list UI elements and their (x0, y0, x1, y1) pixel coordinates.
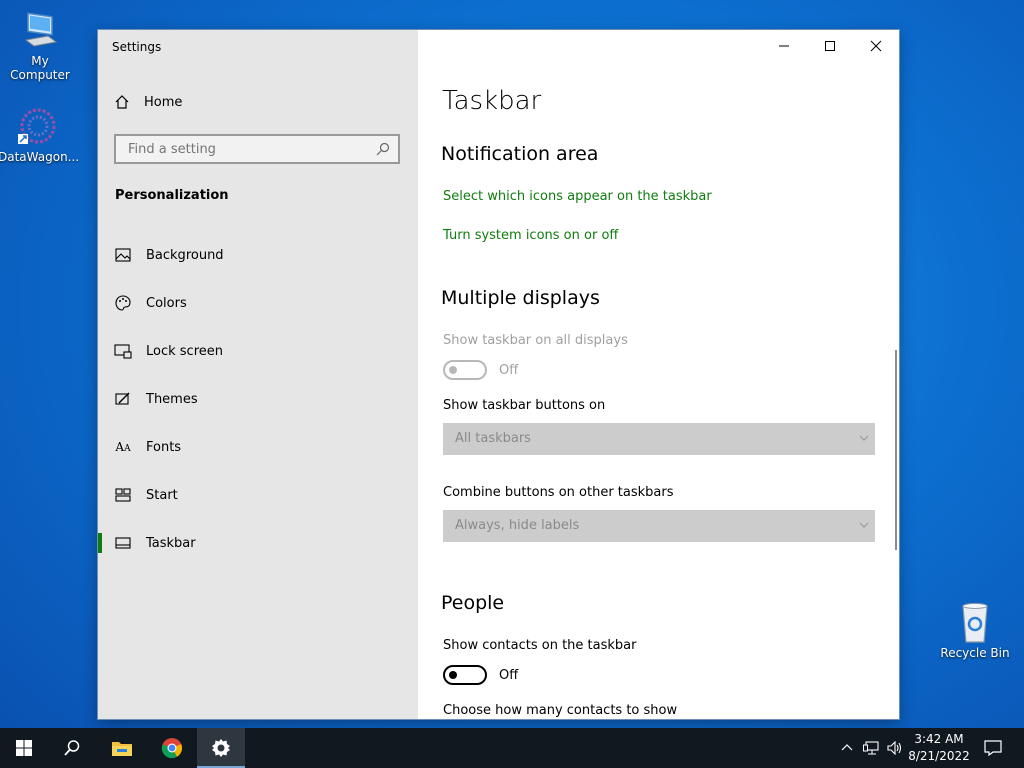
heading-multiple-displays: Multiple displays (441, 287, 600, 309)
start-icon (114, 486, 132, 504)
sidebar-item-taskbar[interactable]: Taskbar (98, 525, 418, 561)
chrome-icon (161, 738, 183, 759)
search-box[interactable] (114, 134, 400, 164)
sidebar-item-label: Start (146, 487, 178, 503)
notification-icon (984, 740, 1002, 756)
taskbar: 3:42 AM 8/21/2022 (0, 728, 1024, 768)
scrollbar[interactable] (895, 350, 897, 550)
page-title: Taskbar (442, 86, 542, 116)
combine-buttons-select[interactable]: Always, hide labels (443, 510, 875, 542)
action-center-button[interactable] (978, 728, 1008, 768)
toggle-knob (449, 671, 457, 679)
recycle-bin-icon (953, 600, 997, 644)
start-button[interactable] (0, 728, 48, 768)
settings-window: Settings Home Personalization Background (98, 30, 899, 719)
fonts-icon: AA (115, 440, 131, 454)
themes-icon (114, 390, 132, 408)
section-heading-personalization: Personalization (115, 188, 229, 203)
desktop-icon-label: My Computer (10, 54, 70, 82)
show-taskbar-all-displays-toggle[interactable] (443, 360, 487, 380)
settings-button[interactable] (197, 728, 245, 768)
show-taskbar-all-displays-label: Show taskbar on all displays (443, 333, 628, 348)
chrome-button[interactable] (148, 728, 196, 768)
windows-icon (16, 740, 32, 756)
sidebar: Settings Home Personalization Background (98, 30, 418, 719)
chevron-up-icon (841, 744, 853, 751)
toggle-state: Off (499, 668, 519, 683)
palette-icon (114, 294, 132, 312)
combine-buttons-label: Combine buttons on other taskbars (443, 485, 674, 500)
chevron-down-icon (859, 519, 869, 534)
sidebar-item-label: Colors (146, 295, 187, 311)
sidebar-item-label: Taskbar (146, 535, 196, 551)
sidebar-item-themes[interactable]: Themes (98, 381, 418, 417)
sidebar-item-home[interactable]: Home (114, 94, 182, 110)
sidebar-item-start[interactable]: Start (98, 477, 418, 513)
lock-screen-icon (114, 342, 132, 360)
heading-people: People (441, 592, 505, 614)
taskbar-buttons-on-select[interactable]: All taskbars (443, 423, 875, 455)
sidebar-item-fonts[interactable]: AA Fonts (98, 429, 418, 465)
toggle-state: Off (499, 363, 519, 378)
volume-button[interactable] (884, 728, 906, 768)
search-input[interactable] (126, 141, 370, 158)
desktop-icon-recycle-bin[interactable]: Recycle Bin (935, 600, 1015, 660)
contacts-count-label: Choose how many contacts to show (443, 703, 678, 718)
taskbar-icon (114, 534, 132, 552)
select-icons-link[interactable]: Select which icons appear on the taskbar (443, 189, 712, 204)
system-icons-link[interactable]: Turn system icons on or off (443, 228, 618, 243)
sidebar-item-colors[interactable]: Colors (98, 285, 418, 321)
content-pane: Taskbar Notification area Select which i… (418, 30, 899, 719)
picture-icon (114, 246, 132, 264)
desktop-icon-label: Recycle Bin (940, 646, 1010, 660)
heading-notification-area: Notification area (441, 143, 599, 165)
show-contacts-label: Show contacts on the taskbar (443, 638, 637, 653)
sidebar-item-label: Background (146, 247, 224, 263)
desktop-icon-datawagon[interactable]: DataWagon... (0, 104, 80, 164)
volume-icon (887, 741, 902, 755)
network-icon (863, 741, 879, 755)
toggle-knob (449, 366, 457, 374)
chevron-down-icon (859, 432, 869, 447)
select-value: All taskbars (455, 431, 531, 446)
home-label: Home (144, 94, 183, 110)
clock-date: 8/21/2022 (908, 749, 970, 763)
clock[interactable]: 3:42 AM 8/21/2022 (906, 731, 972, 765)
sidebar-item-label: Lock screen (146, 343, 223, 359)
show-contacts-toggle[interactable] (443, 665, 487, 685)
file-explorer-icon (112, 742, 132, 756)
search-icon (64, 740, 80, 756)
file-explorer-button[interactable] (98, 728, 146, 768)
home-icon (115, 95, 129, 109)
search-button[interactable] (48, 728, 96, 768)
taskbar-buttons-on-label: Show taskbar buttons on (443, 398, 606, 413)
show-hidden-icons-button[interactable] (838, 728, 856, 768)
select-value: Always, hide labels (455, 518, 580, 533)
sidebar-item-background[interactable]: Background (98, 237, 418, 273)
network-button[interactable] (860, 728, 882, 768)
datawagon-icon (16, 104, 60, 148)
desktop-icon-label: DataWagon... (0, 150, 80, 164)
computer-icon (18, 8, 62, 52)
settings-icon (212, 739, 230, 757)
desktop-icon-my-computer[interactable]: My Computer (0, 8, 80, 82)
window-title: Settings (112, 40, 162, 54)
sidebar-item-lock-screen[interactable]: Lock screen (98, 333, 418, 369)
search-icon[interactable] (376, 142, 390, 160)
clock-time: 3:42 AM (914, 732, 964, 746)
sidebar-item-label: Fonts (146, 439, 182, 455)
sidebar-item-label: Themes (146, 391, 198, 407)
